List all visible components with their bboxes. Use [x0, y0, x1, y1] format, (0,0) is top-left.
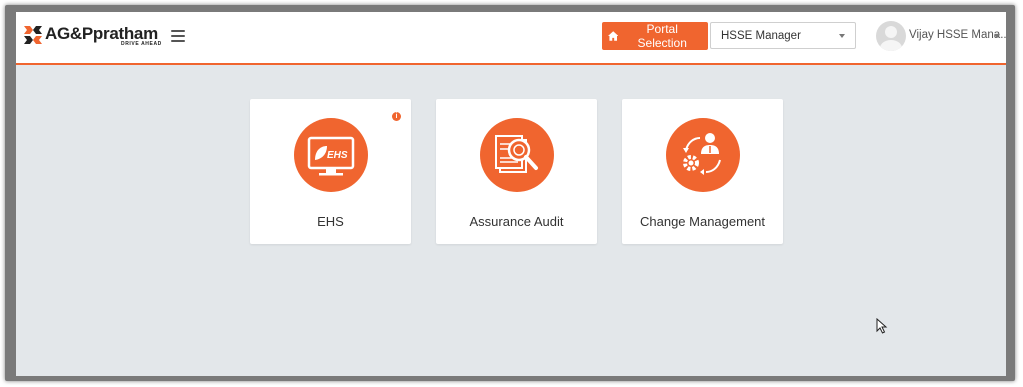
home-icon	[608, 31, 619, 41]
logo-tagline: DRIVE AHEAD	[121, 41, 162, 47]
portal-selection-label: Portal Selection	[637, 22, 687, 50]
mouse-cursor-icon	[876, 318, 888, 334]
card-ehs[interactable]: i EHS EHS	[250, 99, 411, 244]
logo-brand: AG&P	[45, 24, 93, 43]
app-screen: AG&Ppratham DRIVE AHEAD Portal Selection…	[16, 12, 1006, 376]
document-magnifier-icon	[480, 118, 554, 192]
card-label: Assurance Audit	[469, 214, 564, 229]
chevron-down-icon	[994, 34, 1000, 38]
user-name: Vijay HSSE Mana...	[909, 29, 1006, 41]
card-label: Change Management	[639, 214, 766, 229]
logo-arrows-icon	[24, 26, 42, 44]
avatar	[876, 21, 906, 51]
top-bar: AG&Ppratham DRIVE AHEAD Portal Selection…	[16, 12, 1006, 65]
card-assurance-audit[interactable]: Assurance Audit	[436, 99, 597, 244]
person-gear-cycle-icon	[666, 118, 740, 192]
user-menu[interactable]: Vijay HSSE Mana...	[876, 21, 1006, 51]
portal-selection-button[interactable]: Portal Selection	[602, 22, 708, 50]
role-select-value: HSSE Manager	[721, 29, 801, 42]
card-label: EHS	[317, 214, 344, 229]
info-icon[interactable]: i	[392, 112, 401, 121]
user-silhouette-icon	[880, 26, 902, 51]
card-change-management[interactable]: Change Management	[622, 99, 783, 244]
ehs-icon-text: EHS	[327, 150, 348, 161]
role-select[interactable]: HSSE Manager	[710, 22, 856, 49]
ehs-monitor-leaf-icon: EHS	[294, 118, 368, 192]
menu-toggle-icon[interactable]	[171, 30, 185, 42]
chevron-down-icon	[839, 34, 845, 38]
